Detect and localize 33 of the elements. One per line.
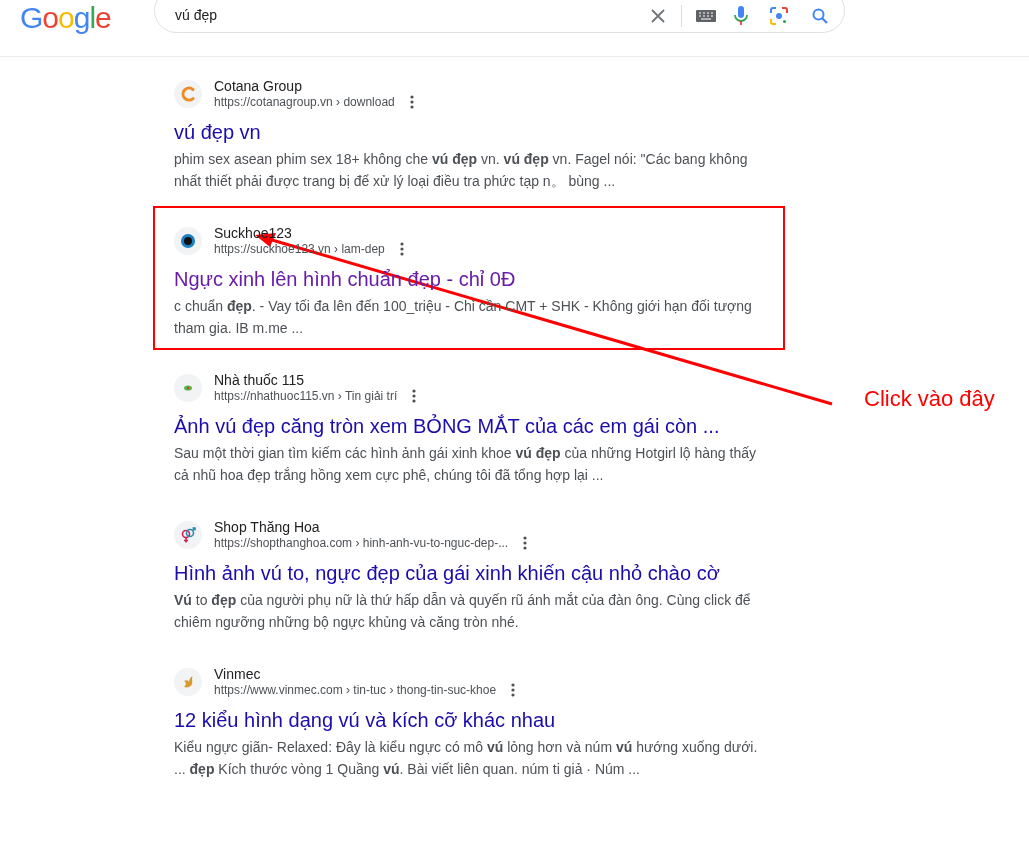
site-name[interactable]: Suckhoe123 xyxy=(214,225,404,241)
eye-icon xyxy=(174,227,202,255)
site-name[interactable]: Nhà thuốc 115 xyxy=(214,372,417,388)
more-options-icon[interactable] xyxy=(409,95,414,109)
c-letter-icon xyxy=(174,80,202,108)
site-url[interactable]: https://cotanagroup.vn › download xyxy=(214,94,395,110)
result-snippet: Vú to đẹp của người phụ nữ là thứ hấp dẫn và quyến rũ ánh mắt của đàn ông. Cùng click để chiêm ngưỡng những bộ ngực khủng và căng tròn nhé. xyxy=(174,591,752,632)
site-name[interactable]: Shop Thăng Hoa xyxy=(214,519,528,535)
flame-icon xyxy=(174,668,202,696)
site-name[interactable]: Vinmec xyxy=(214,666,516,682)
search-icon[interactable] xyxy=(812,7,828,24)
more-options-icon[interactable] xyxy=(523,536,528,550)
result-title-link[interactable]: Hình ảnh vú to, ngực đẹp của gái xinh khiến cậu nhỏ chào cờ xyxy=(174,559,764,587)
site-url[interactable]: https://shopthanghoa.com › hinh-anh-vu-to-nguc-dep-... xyxy=(214,535,509,551)
microphone-icon[interactable] xyxy=(734,5,748,26)
gender-symbol-icon xyxy=(174,521,202,549)
more-options-icon[interactable] xyxy=(511,683,516,697)
result-title-link[interactable]: 12 kiểu hình dạng vú và kích cỡ khác nhau xyxy=(174,706,764,734)
result-title-link[interactable]: vú đẹp vn xyxy=(174,118,764,146)
site-url[interactable]: https://www.vinmec.com › tin-tuc › thong-tin-suc-khoe xyxy=(214,682,497,698)
keyboard-icon[interactable] xyxy=(696,9,716,22)
annotation-label: Click vào đây xyxy=(864,385,995,413)
more-options-icon[interactable] xyxy=(412,389,417,403)
result-snippet: phim sex asean phim sex 18+ không che vú đẹp vn. vú đẹp vn. Fagel nói: "Các bang không nhất thiết phải được trang bị để xử lý loại điều tra phức tạp n。 bùng ... xyxy=(174,150,749,191)
camera-lens-icon[interactable] xyxy=(770,6,788,25)
close-icon[interactable] xyxy=(651,8,665,23)
result-snippet: Sau một thời gian tìm kiếm các hình ảnh gái xinh khoe vú đẹp của những Hotgirl lộ hàng thấy cả nhũ hoa đẹp trắng hồng xem cực phê, chúng tôi đã tổng hợp lại ... xyxy=(174,444,757,485)
more-options-icon[interactable] xyxy=(399,242,404,256)
result-title-link[interactable]: Ảnh vú đẹp căng tròn xem BỎNG MẮT của các em gái còn ... xyxy=(174,412,764,440)
result-snippet: Kiểu ngực giãn- Relaxed: Đây là kiểu ngực có mô vú lỏng hơn và núm vú hướng xuống dưới. ... đẹp Kích thước vòng 1 Quầng vú. Bài viết liên quan. núm ti giả · Núm ... xyxy=(174,738,759,779)
site-url[interactable]: https://nhathuoc115.vn › Tin giải trí xyxy=(214,388,398,404)
google-logo[interactable]: Google xyxy=(20,1,112,35)
site-name[interactable]: Cotana Group xyxy=(214,78,414,94)
